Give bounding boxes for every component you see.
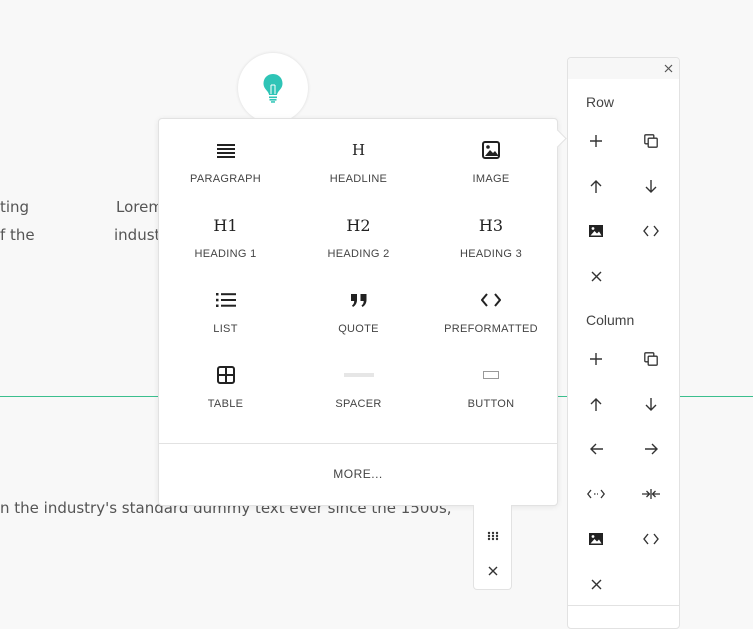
column-code-button[interactable] bbox=[636, 524, 666, 554]
row-background-image-button[interactable] bbox=[581, 216, 611, 246]
arrow-down-icon bbox=[645, 179, 657, 193]
block-option-label: PARAGRAPH bbox=[190, 173, 261, 185]
table-icon bbox=[216, 362, 235, 388]
block-option-label: HEADLINE bbox=[329, 173, 388, 185]
block-option-label: HEADING 3 bbox=[460, 248, 522, 260]
column-move-down-button[interactable] bbox=[636, 389, 666, 419]
column-expand-button[interactable] bbox=[581, 479, 611, 509]
code-icon bbox=[643, 533, 659, 545]
block-option-label: SPACER bbox=[335, 398, 382, 410]
arrow-down-icon bbox=[645, 397, 657, 411]
code-icon bbox=[481, 287, 501, 313]
block-grid: PARAGRAPH H HEADLINE IMAGE H1 HEADING 1 … bbox=[159, 119, 557, 437]
row-section-title: Row bbox=[586, 94, 615, 110]
delete-block-button[interactable] bbox=[474, 556, 511, 586]
block-option-list[interactable]: LIST bbox=[159, 287, 292, 362]
column-delete-button[interactable] bbox=[581, 569, 611, 599]
row-move-up-button[interactable] bbox=[581, 171, 611, 201]
heading-2-icon: H2 bbox=[346, 215, 371, 235]
expand-horizontal-icon bbox=[587, 489, 605, 499]
column-shrink-button[interactable] bbox=[636, 479, 666, 509]
panel-divider bbox=[568, 605, 679, 606]
close-icon bbox=[488, 566, 498, 576]
plus-icon bbox=[590, 135, 602, 147]
column-move-right-button[interactable] bbox=[636, 434, 666, 464]
close-icon bbox=[664, 64, 673, 73]
block-option-label: QUOTE bbox=[338, 323, 379, 335]
block-option-label: HEADING 1 bbox=[194, 248, 257, 260]
arrow-right-icon bbox=[644, 443, 658, 455]
background-text-line2-mid: indust bbox=[114, 226, 161, 244]
arrow-left-icon bbox=[589, 443, 603, 455]
column-move-up-button[interactable] bbox=[581, 389, 611, 419]
column-background-image-button[interactable] bbox=[581, 524, 611, 554]
plus-icon bbox=[590, 353, 602, 365]
block-option-image[interactable]: IMAGE bbox=[425, 137, 557, 212]
block-option-headline[interactable]: H HEADLINE bbox=[292, 137, 425, 212]
paragraph-icon bbox=[216, 137, 235, 163]
more-button[interactable]: MORE... bbox=[159, 444, 557, 504]
shrink-horizontal-icon bbox=[642, 489, 660, 499]
row-duplicate-button[interactable] bbox=[636, 126, 666, 156]
heading-1-icon: H1 bbox=[213, 215, 238, 235]
row-move-down-button[interactable] bbox=[636, 171, 666, 201]
quote-icon bbox=[350, 287, 368, 313]
block-mini-toolbar bbox=[473, 505, 512, 590]
list-icon bbox=[215, 287, 236, 313]
block-option-preformatted[interactable]: PREFORMATTED bbox=[425, 287, 557, 362]
block-option-quote[interactable]: QUOTE bbox=[292, 287, 425, 362]
image-icon bbox=[589, 533, 603, 545]
close-icon bbox=[591, 271, 602, 282]
headline-icon: H bbox=[351, 141, 366, 159]
spacer-icon bbox=[343, 362, 374, 388]
column-add-button[interactable] bbox=[581, 344, 611, 374]
column-duplicate-button[interactable] bbox=[636, 344, 666, 374]
block-option-table[interactable]: TABLE bbox=[159, 362, 292, 437]
block-option-paragraph[interactable]: PARAGRAPH bbox=[159, 137, 292, 212]
row-code-button[interactable] bbox=[636, 216, 666, 246]
background-text-line1-mid: Lorem bbox=[116, 198, 163, 216]
row-delete-button[interactable] bbox=[581, 261, 611, 291]
column-move-left-button[interactable] bbox=[581, 434, 611, 464]
block-picker-popup: PARAGRAPH H HEADLINE IMAGE H1 HEADING 1 … bbox=[158, 118, 567, 506]
block-option-label: LIST bbox=[213, 323, 238, 335]
block-option-label: PREFORMATTED bbox=[444, 323, 538, 335]
image-icon bbox=[482, 137, 500, 163]
duplicate-icon bbox=[644, 134, 658, 148]
image-icon bbox=[589, 225, 603, 237]
background-text-line1-left: ting bbox=[0, 198, 30, 216]
row-column-panel: Row Column bbox=[567, 57, 680, 629]
row-add-button[interactable] bbox=[581, 126, 611, 156]
lightbulb-icon bbox=[262, 73, 284, 103]
panel-close-button[interactable] bbox=[661, 61, 676, 76]
drag-handle-icon bbox=[487, 531, 499, 541]
block-option-label: IMAGE bbox=[472, 173, 510, 185]
duplicate-icon bbox=[644, 352, 658, 366]
column-section-title: Column bbox=[586, 312, 635, 328]
block-option-spacer[interactable]: SPACER bbox=[292, 362, 425, 437]
block-option-heading-3[interactable]: H3 HEADING 3 bbox=[425, 212, 557, 287]
block-option-heading-2[interactable]: H2 HEADING 2 bbox=[292, 212, 425, 287]
block-option-label: HEADING 2 bbox=[327, 248, 390, 260]
arrow-up-icon bbox=[590, 179, 602, 193]
background-text-line2-left: f the bbox=[0, 226, 35, 244]
block-option-label: TABLE bbox=[207, 398, 244, 410]
add-block-button[interactable] bbox=[238, 53, 308, 123]
block-option-label: BUTTON bbox=[467, 398, 515, 410]
close-icon bbox=[591, 579, 602, 590]
block-option-button[interactable]: BUTTON bbox=[425, 362, 557, 437]
block-option-heading-1[interactable]: H1 HEADING 1 bbox=[159, 212, 292, 287]
button-icon bbox=[483, 362, 499, 388]
drag-handle-button[interactable] bbox=[474, 521, 511, 551]
heading-3-icon: H3 bbox=[478, 215, 504, 235]
code-icon bbox=[643, 225, 659, 237]
arrow-up-icon bbox=[590, 397, 602, 411]
